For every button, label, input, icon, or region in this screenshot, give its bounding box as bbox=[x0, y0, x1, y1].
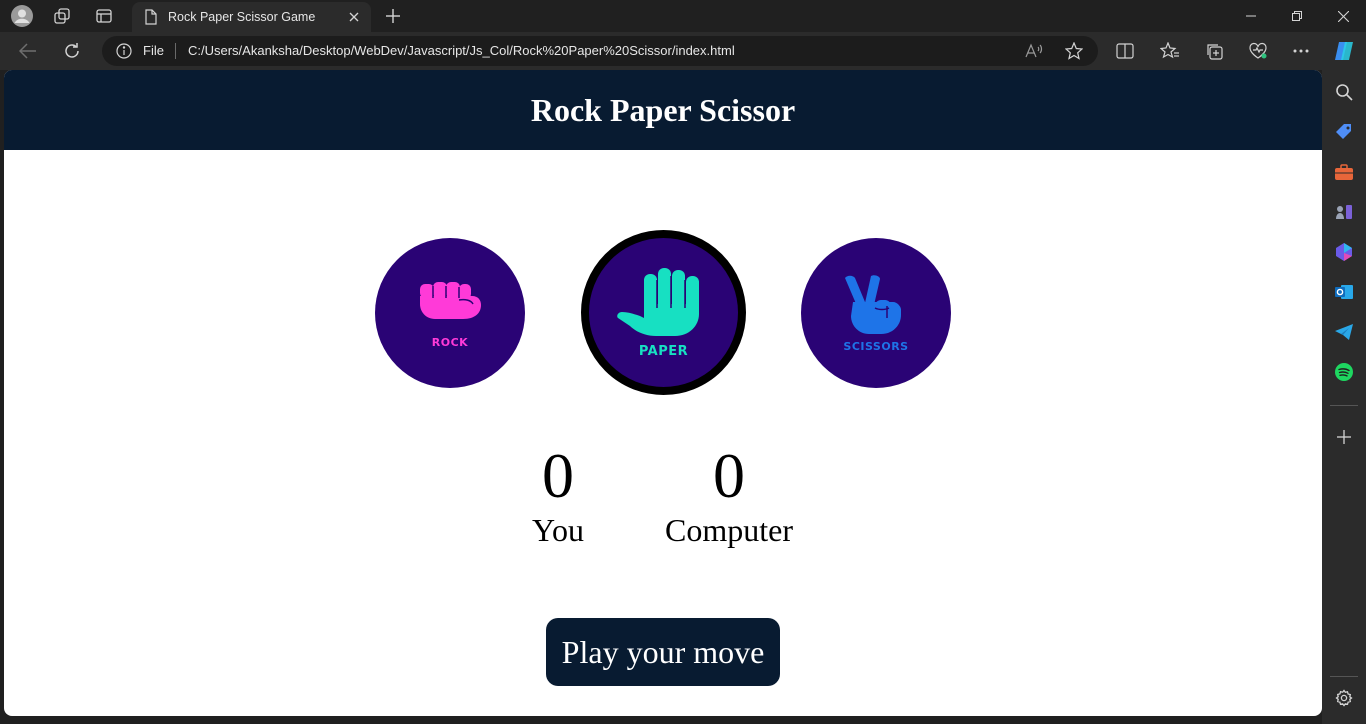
search-icon[interactable] bbox=[1332, 80, 1356, 104]
rock-fist-icon bbox=[420, 281, 481, 319]
page-file-icon bbox=[144, 9, 158, 30]
computer-score-box: 0 Computer bbox=[644, 440, 814, 549]
shopping-tag-icon[interactable] bbox=[1332, 120, 1356, 144]
user-score-value: 0 bbox=[542, 440, 574, 511]
browser-toolbar: File C:/Users/Akanksha/Desktop/WebDev/Ja… bbox=[0, 32, 1366, 70]
page-title: Rock Paper Scissor bbox=[530, 91, 796, 128]
split-screen-icon[interactable] bbox=[1110, 37, 1140, 65]
spotify-icon[interactable] bbox=[1332, 360, 1356, 384]
computer-score-label: Computer bbox=[665, 512, 793, 548]
add-sidebar-app-plus-icon[interactable] bbox=[1332, 425, 1356, 449]
tab-close-icon[interactable] bbox=[345, 8, 363, 26]
user-score-label: You bbox=[532, 512, 584, 548]
page-viewport: Rock Paper Scissor ROCK PAPER SCISSORS 0… bbox=[4, 70, 1322, 716]
close-window-icon[interactable] bbox=[1320, 0, 1366, 32]
paper-choice-button[interactable]: PAPER bbox=[581, 230, 746, 395]
minimize-icon[interactable] bbox=[1228, 0, 1274, 32]
user-score-box: 0 You bbox=[508, 440, 608, 549]
back-arrow-icon[interactable] bbox=[13, 37, 43, 65]
favorites-icon[interactable] bbox=[1155, 37, 1185, 65]
tab-rock-paper-scissor[interactable]: Rock Paper Scissor Game bbox=[132, 2, 371, 32]
tab-title: Rock Paper Scissor Game bbox=[168, 10, 316, 24]
site-info-icon[interactable] bbox=[116, 43, 134, 59]
scissors-choice-button[interactable]: SCISSORS bbox=[801, 238, 951, 388]
rock-choice-button[interactable]: ROCK bbox=[375, 238, 525, 388]
restore-icon[interactable] bbox=[1274, 0, 1320, 32]
scissors-hand-icon bbox=[845, 274, 901, 334]
scissors-label: SCISSORS bbox=[843, 339, 909, 353]
rock-label: ROCK bbox=[431, 335, 469, 349]
sidebar-divider bbox=[1330, 405, 1358, 406]
address-scheme-label: File bbox=[143, 43, 164, 58]
paper-hand-icon bbox=[616, 268, 699, 336]
read-aloud-icon[interactable] bbox=[1022, 40, 1046, 62]
collections-icon[interactable] bbox=[1199, 37, 1229, 65]
new-tab-plus-icon[interactable] bbox=[380, 4, 406, 28]
refresh-icon[interactable] bbox=[57, 37, 87, 65]
microsoft-365-icon[interactable] bbox=[1332, 240, 1356, 264]
outlook-icon[interactable] bbox=[1332, 280, 1356, 304]
page-header: Rock Paper Scissor bbox=[4, 70, 1322, 150]
copilot-icon[interactable] bbox=[1329, 37, 1359, 65]
tools-briefcase-icon[interactable] bbox=[1332, 160, 1356, 184]
send-telegram-icon[interactable] bbox=[1332, 320, 1356, 344]
browser-essentials-icon[interactable] bbox=[1243, 37, 1273, 65]
sidebar-settings-gear-icon[interactable] bbox=[1332, 686, 1356, 710]
favorite-star-icon[interactable] bbox=[1062, 40, 1086, 62]
games-chess-icon[interactable] bbox=[1332, 200, 1356, 224]
browser-sidebar bbox=[1322, 70, 1366, 724]
profile-avatar-icon[interactable] bbox=[4, 4, 40, 28]
paper-label: PAPER bbox=[638, 344, 689, 359]
address-bar[interactable]: File C:/Users/Akanksha/Desktop/WebDev/Ja… bbox=[102, 36, 1098, 66]
computer-score-value: 0 bbox=[713, 440, 745, 511]
sidebar-divider-bottom bbox=[1330, 676, 1358, 677]
more-options-icon[interactable] bbox=[1286, 37, 1316, 65]
status-message: Play your move bbox=[546, 618, 780, 686]
browser-title-bar: Rock Paper Scissor Game bbox=[0, 0, 1366, 32]
workspaces-icon[interactable] bbox=[44, 4, 80, 28]
address-url[interactable]: C:/Users/Akanksha/Desktop/WebDev/Javascr… bbox=[188, 43, 735, 58]
address-separator bbox=[175, 43, 176, 59]
window-bottom-edge bbox=[0, 716, 1322, 724]
tab-actions-icon[interactable] bbox=[86, 4, 122, 28]
